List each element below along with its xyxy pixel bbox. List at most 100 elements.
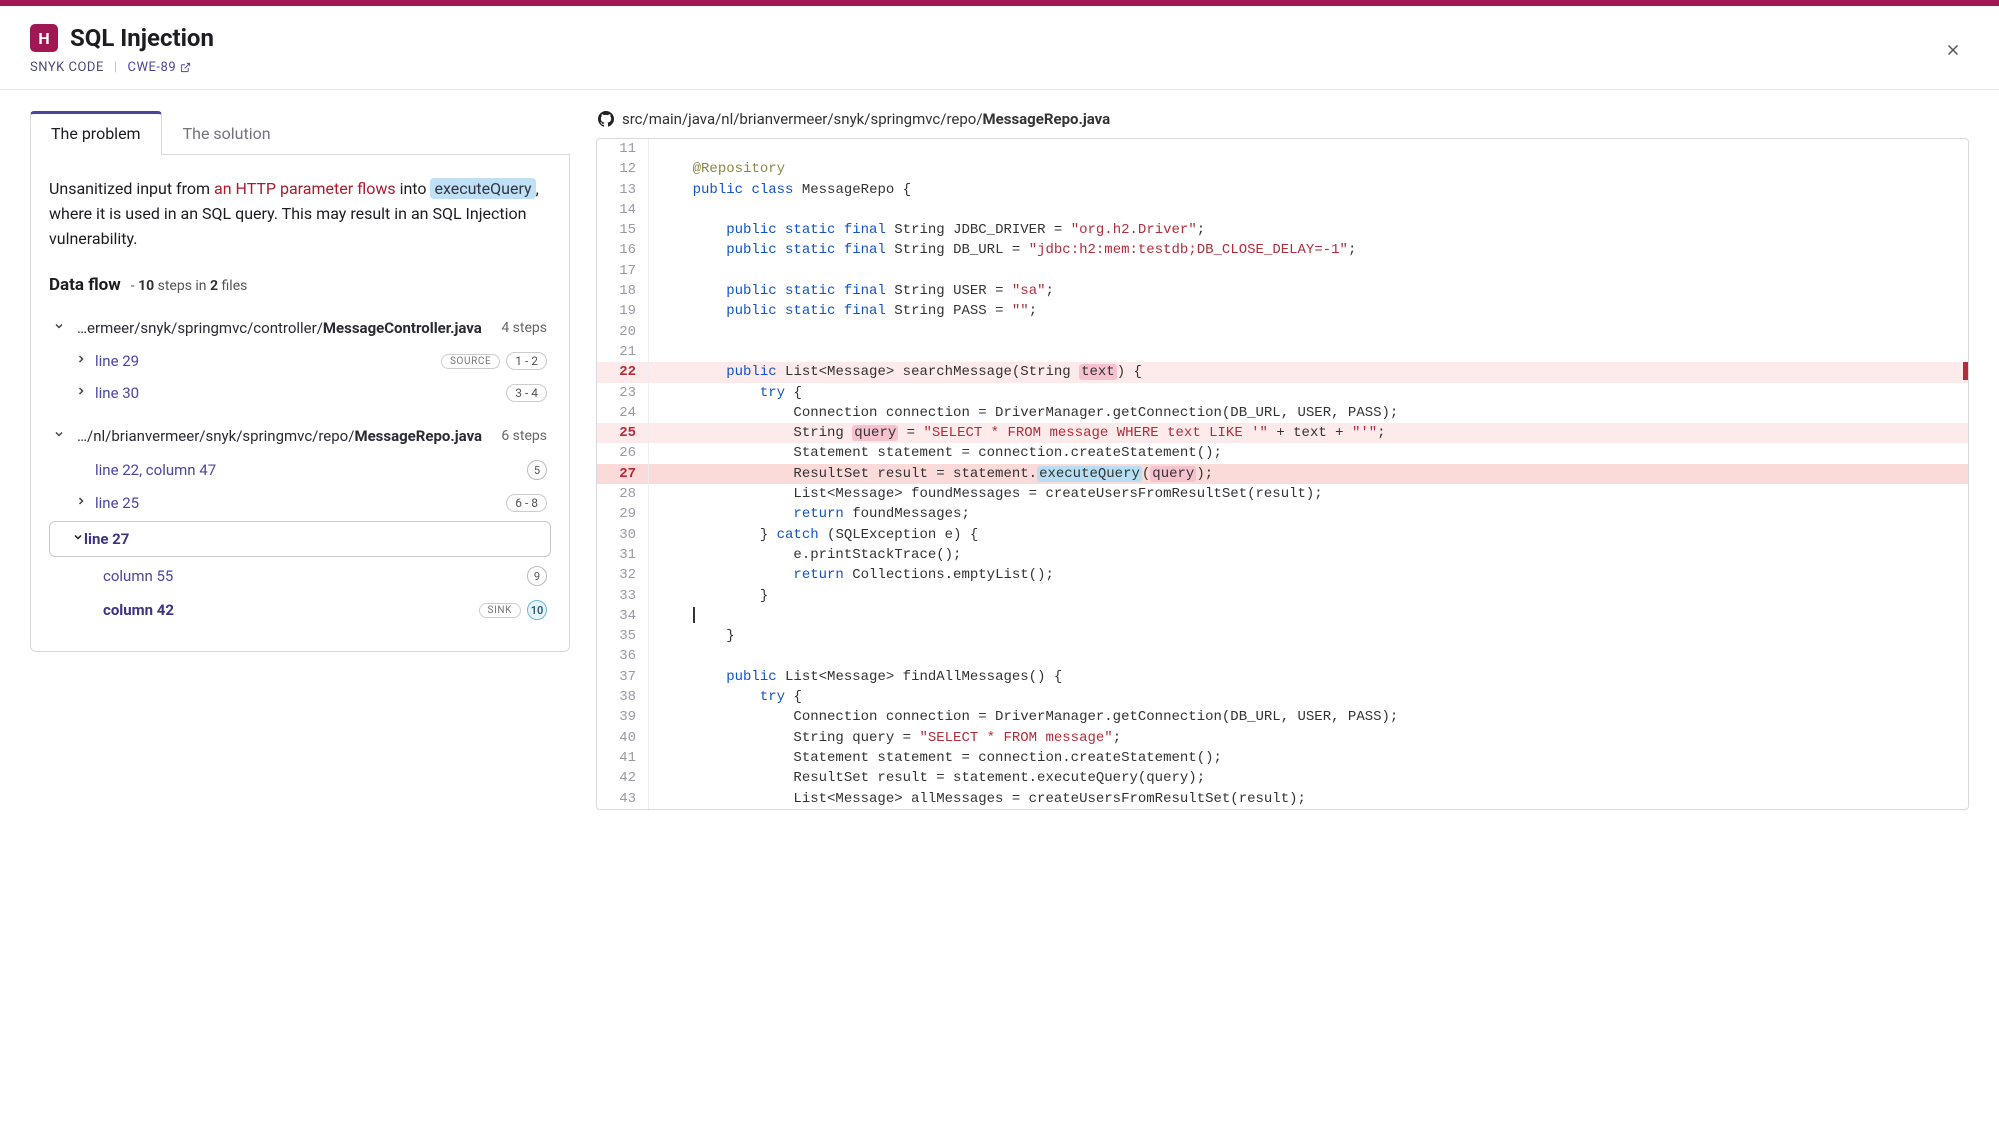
code-content: } catch (SQLException e) { (649, 525, 1968, 545)
code-line[interactable]: 17 (597, 261, 1968, 281)
line-number: 27 (597, 464, 649, 484)
line-number: 13 (597, 180, 649, 200)
source-label: SNYK CODE (30, 60, 104, 75)
desc-sink-highlight[interactable]: executeQuery (430, 178, 535, 199)
close-icon (1944, 41, 1962, 59)
code-content (649, 606, 1968, 626)
code-line[interactable]: 14 (597, 200, 1968, 220)
code-line[interactable]: 33 } (597, 586, 1968, 606)
code-line[interactable]: 35 } (597, 626, 1968, 646)
line-number: 30 (597, 525, 649, 545)
code-file-header[interactable]: src/main/java/nl/brianvermeer/snyk/sprin… (596, 110, 1969, 138)
tab-solution[interactable]: The solution (162, 111, 292, 155)
code-line[interactable]: 12 @Repository (597, 159, 1968, 179)
chevron-right-icon (75, 353, 93, 369)
cwe-text: CWE-89 (128, 60, 177, 75)
tab-problem[interactable]: The problem (30, 111, 162, 155)
line-label: line 29 (95, 352, 441, 370)
step-count: 4 steps (501, 320, 547, 336)
code-content (649, 322, 1968, 342)
step-dot: 9 (527, 566, 547, 586)
code-content: public static final String JDBC_DRIVER =… (649, 220, 1968, 240)
chevron-right-icon (75, 385, 93, 401)
line-number: 11 (597, 139, 649, 159)
code-line[interactable]: 19 public static final String PASS = ""; (597, 301, 1968, 321)
line-number: 28 (597, 484, 649, 504)
code-content: public List<Message> searchMessage(Strin… (649, 362, 1968, 382)
code-content: e.printStackTrace(); (649, 545, 1968, 565)
external-link-icon (180, 62, 191, 73)
code-content: Connection connection = DriverManager.ge… (649, 707, 1968, 727)
code-viewer[interactable]: 1112 @Repository13 public class MessageR… (596, 138, 1969, 810)
cwe-link[interactable]: CWE-89 (128, 60, 192, 75)
code-line[interactable]: 13 public class MessageRepo { (597, 180, 1968, 200)
step-dot: 5 (527, 460, 547, 480)
code-content: String query = "SELECT * FROM message"; (649, 728, 1968, 748)
desc-source-link[interactable]: an HTTP parameter flows (214, 179, 396, 198)
code-line[interactable]: 24 Connection connection = DriverManager… (597, 403, 1968, 423)
code-line[interactable]: 20 (597, 322, 1968, 342)
code-line[interactable]: 31 e.printStackTrace(); (597, 545, 1968, 565)
code-content: public static final String PASS = ""; (649, 301, 1968, 321)
code-line[interactable]: 21 (597, 342, 1968, 362)
code-line[interactable]: 25 String query = "SELECT * FROM message… (597, 423, 1968, 443)
code-content: ResultSet result = statement.executeQuer… (649, 768, 1968, 788)
line-number: 21 (597, 342, 649, 362)
code-line[interactable]: 41 Statement statement = connection.crea… (597, 748, 1968, 768)
line-row-29[interactable]: line 29 SOURCE 1 - 2 (49, 345, 551, 377)
line-number: 16 (597, 240, 649, 260)
file-path: …ermeer/snyk/springmvc/controller/Messag… (77, 319, 493, 337)
line-number: 34 (597, 606, 649, 626)
code-line[interactable]: 36 (597, 646, 1968, 666)
code-content (649, 342, 1968, 362)
step-range: 3 - 4 (506, 384, 547, 402)
code-line[interactable]: 39 Connection connection = DriverManager… (597, 707, 1968, 727)
code-content: public static final String DB_URL = "jdb… (649, 240, 1968, 260)
code-line[interactable]: 34 (597, 606, 1968, 626)
code-line[interactable]: 11 (597, 139, 1968, 159)
line-row-27-c55[interactable]: column 55 9 (49, 559, 551, 593)
code-line[interactable]: 18 public static final String USER = "sa… (597, 281, 1968, 301)
code-content: Connection connection = DriverManager.ge… (649, 403, 1968, 423)
code-line[interactable]: 28 List<Message> foundMessages = createU… (597, 484, 1968, 504)
code-line[interactable]: 38 try { (597, 687, 1968, 707)
line-number: 26 (597, 443, 649, 463)
file-row-repo[interactable]: …/nl/brianvermeer/snyk/springmvc/repo/Me… (49, 419, 551, 453)
code-line[interactable]: 40 String query = "SELECT * FROM message… (597, 728, 1968, 748)
line-number: 36 (597, 646, 649, 666)
line-label: line 30 (95, 384, 506, 402)
code-line[interactable]: 26 Statement statement = connection.crea… (597, 443, 1968, 463)
line-number: 33 (597, 586, 649, 606)
sink-badge: SINK (479, 603, 521, 618)
line-row-27-c42[interactable]: column 42 SINK 10 (49, 593, 551, 627)
code-content: Statement statement = connection.createS… (649, 748, 1968, 768)
close-button[interactable] (1937, 34, 1969, 66)
code-line[interactable]: 16 public static final String DB_URL = "… (597, 240, 1968, 260)
code-line[interactable]: 42 ResultSet result = statement.executeQ… (597, 768, 1968, 788)
line-number: 23 (597, 383, 649, 403)
line-row-30[interactable]: line 30 3 - 4 (49, 377, 551, 409)
code-line[interactable]: 27 ResultSet result = statement.executeQ… (597, 464, 1968, 484)
code-line[interactable]: 32 return Collections.emptyList(); (597, 565, 1968, 585)
line-row-27-selected[interactable]: line 27 (49, 521, 551, 557)
line-row-22[interactable]: line 22, column 47 5 (49, 453, 551, 487)
step-range: 6 - 8 (506, 494, 547, 512)
scroll-marker (1963, 362, 1968, 380)
line-number: 40 (597, 728, 649, 748)
step-dot-sink: 10 (527, 600, 547, 620)
code-content: return foundMessages; (649, 504, 1968, 524)
code-line[interactable]: 29 return foundMessages; (597, 504, 1968, 524)
chevron-down-icon (72, 531, 84, 547)
line-row-25[interactable]: line 25 6 - 8 (49, 487, 551, 519)
code-line[interactable]: 43 List<Message> allMessages = createUse… (597, 789, 1968, 809)
code-line[interactable]: 30 } catch (SQLException e) { (597, 525, 1968, 545)
line-number: 17 (597, 261, 649, 281)
code-line[interactable]: 37 public List<Message> findAllMessages(… (597, 667, 1968, 687)
code-content (649, 200, 1968, 220)
code-line[interactable]: 15 public static final String JDBC_DRIVE… (597, 220, 1968, 240)
code-content: try { (649, 383, 1968, 403)
code-line[interactable]: 23 try { (597, 383, 1968, 403)
file-row-controller[interactable]: …ermeer/snyk/springmvc/controller/Messag… (49, 311, 551, 345)
code-line[interactable]: 22 public List<Message> searchMessage(St… (597, 362, 1968, 382)
code-content (649, 261, 1968, 281)
